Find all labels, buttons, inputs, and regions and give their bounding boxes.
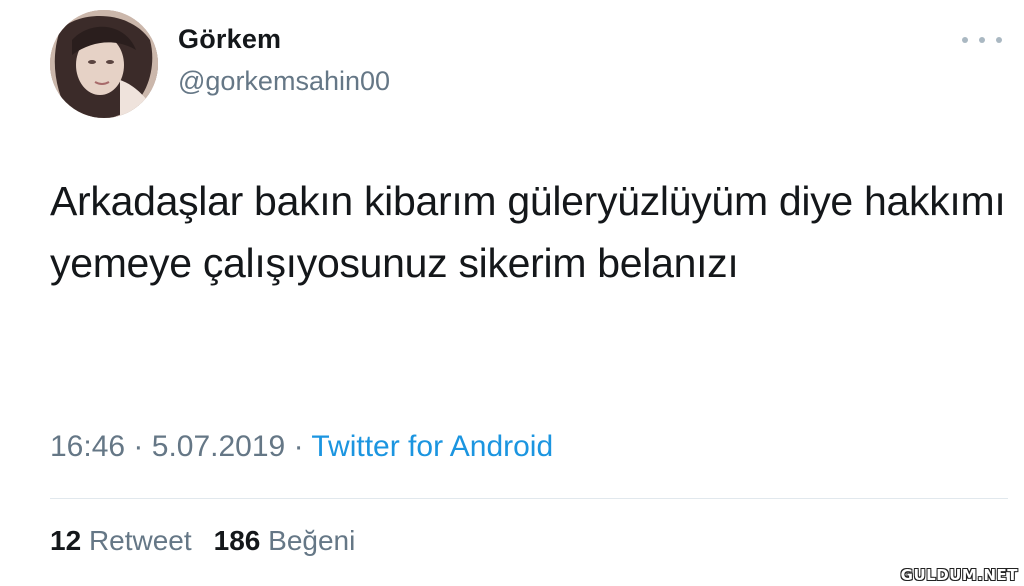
- more-horizontal-icon: [979, 37, 985, 43]
- tweet-metadata: 16:46 · 5.07.2019 · Twitter for Android: [50, 430, 553, 464]
- divider: [50, 498, 1008, 499]
- like-label: Beğeni: [268, 525, 356, 556]
- site-watermark: GULDUM.NET: [900, 566, 1018, 584]
- meta-separator: ·: [293, 430, 304, 463]
- like-stat[interactable]: 186 Beğeni: [214, 525, 356, 556]
- avatar-image: [50, 10, 158, 118]
- author-handle[interactable]: @gorkemsahin00: [178, 66, 390, 97]
- avatar[interactable]: [50, 10, 158, 118]
- like-count: 186: [213, 525, 261, 556]
- author-display-name[interactable]: Görkem: [178, 24, 281, 55]
- more-horizontal-icon: [962, 37, 968, 43]
- meta-separator: ·: [133, 430, 144, 463]
- retweet-stat[interactable]: 12 Retweet: [50, 525, 192, 556]
- tweet-text: Arkadaşlar bakın kibarım güleryüzlüyüm d…: [50, 178, 1006, 286]
- retweet-label: Retweet: [88, 525, 192, 556]
- more-horizontal-icon: [996, 37, 1002, 43]
- tweet-source-link[interactable]: Twitter for Android: [311, 430, 553, 463]
- retweet-count: 12: [50, 525, 82, 556]
- tweet-time[interactable]: 16:46: [50, 430, 125, 463]
- more-options-button[interactable]: [962, 28, 1002, 52]
- tweet-date[interactable]: 5.07.2019: [152, 430, 285, 463]
- tweet-stats: 12 Retweet 186 Beğeni: [50, 525, 355, 557]
